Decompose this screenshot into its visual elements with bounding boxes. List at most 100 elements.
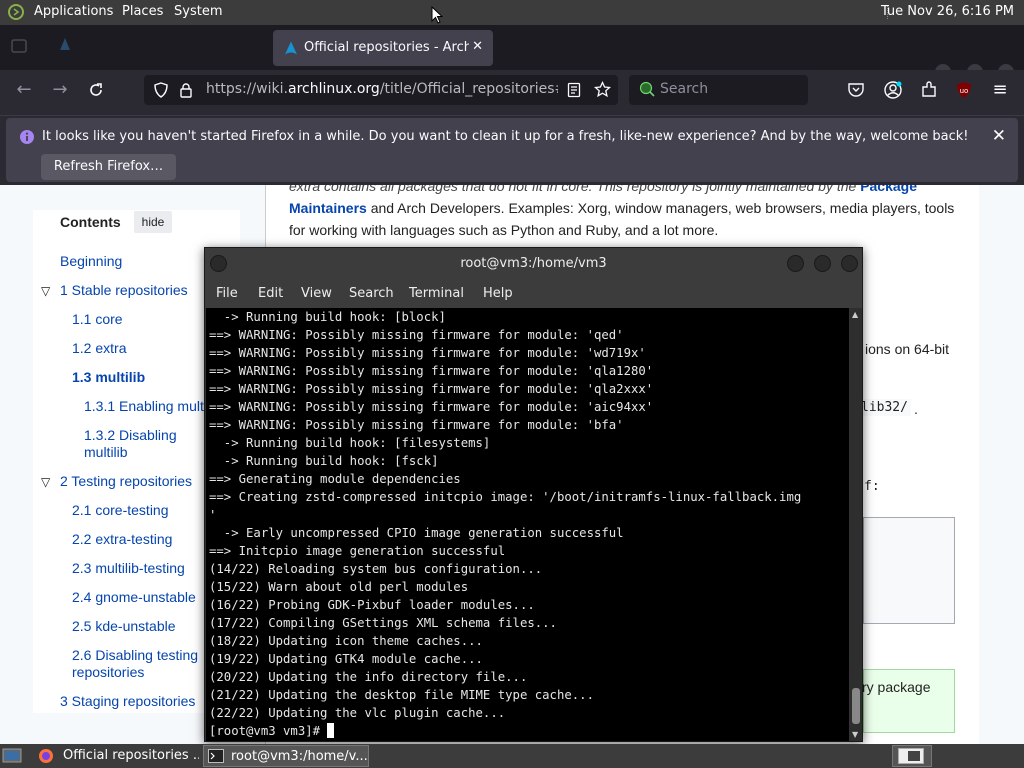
back-button[interactable]: ←: [13, 79, 35, 101]
terminal-line: (20/22) Updating the info directory file…: [209, 670, 528, 684]
package-maintainers-link[interactable]: Package: [860, 185, 917, 194]
bookmark-star-icon[interactable]: [594, 81, 611, 98]
toc-item-multilib-testing[interactable]: 2.3 multilib-testing: [72, 560, 185, 576]
workspace-switcher[interactable]: [892, 745, 932, 767]
clock[interactable]: Tue Nov 26, 6:16 PM: [881, 4, 1014, 19]
url-bar[interactable]: https://wiki.archlinux.org/title/Officia…: [144, 75, 618, 105]
toc-item-testing[interactable]: 2 Testing repositories: [60, 473, 192, 489]
terminal-line: ==> Generating module dependencies: [209, 472, 461, 486]
toc-item-kde-unstable[interactable]: 2.5 kde-unstable: [72, 618, 176, 634]
terminal-line: ==> WARNING: Possibly missing firmware f…: [209, 364, 654, 378]
tab-close-icon[interactable]: ✕: [472, 39, 483, 54]
terminal-close-button[interactable]: [841, 255, 858, 272]
search-placeholder: Search: [660, 81, 709, 97]
search-bar[interactable]: Search: [629, 75, 808, 105]
scroll-down-arrow-icon[interactable]: ▼: [852, 730, 858, 739]
toc-hide-button[interactable]: hide: [134, 211, 172, 233]
search-engine-icon[interactable]: [639, 81, 655, 97]
toc-item-extra-testing[interactable]: 2.2 extra-testing: [72, 531, 172, 547]
lock-icon[interactable]: [179, 82, 193, 98]
toc-item-beginning[interactable]: Beginning: [60, 253, 122, 269]
show-desktop-icon[interactable]: [2, 746, 22, 766]
window-menu-button[interactable]: [210, 255, 227, 272]
terminal-maximize-button[interactable]: [814, 255, 831, 272]
toc-title: Contents: [60, 214, 121, 230]
menu-terminal[interactable]: Terminal: [409, 286, 464, 301]
applications-menu-icon[interactable]: [8, 4, 24, 20]
maintainers-link[interactable]: Maintainers: [289, 200, 367, 216]
terminal-titlebar[interactable]: root@vm3:/home/vm3: [205, 248, 862, 280]
workspace-thumbnail-icon: [898, 748, 924, 764]
reload-button[interactable]: [85, 79, 107, 101]
code-fragment-f: f:: [864, 479, 880, 494]
forward-button[interactable]: →: [49, 79, 71, 101]
terminal-line: (22/22) Updating the vlc plugin cache...: [209, 706, 506, 720]
account-icon[interactable]: [883, 80, 903, 100]
toc-item-staging[interactable]: 3 Staging repositories: [60, 693, 195, 709]
reader-view-icon[interactable]: [567, 82, 581, 98]
toc-item-disabling-testing-cont[interactable]: repositories: [72, 664, 144, 680]
toc-item-core-testing[interactable]: 2.1 core-testing: [72, 502, 169, 518]
tab-inactive-1[interactable]: [58, 37, 258, 59]
taskbar-firefox-button[interactable]: Official repositories ...: [34, 745, 201, 767]
code-lib32: lib32/: [858, 399, 911, 416]
toc-item-multilib[interactable]: 1.3 multilib: [72, 369, 145, 385]
menu-search[interactable]: Search: [349, 286, 394, 301]
notification-close-icon[interactable]: ✕: [992, 126, 1006, 146]
pocket-icon[interactable]: [847, 81, 865, 99]
tab-active[interactable]: Official repositories - ArchWiki ✕: [273, 30, 493, 66]
toc-item-disabling-multilib[interactable]: 1.3.2 Disabling: [84, 427, 177, 443]
top-panel: Applications Places System Tue Nov 26, 6…: [0, 0, 1024, 25]
article-line-2: for working with languages such as Pytho…: [289, 222, 719, 238]
toc-item-disabling-testing[interactable]: 2.6 Disabling testing: [72, 647, 198, 663]
terminal-line: -> Early uncompressed CPIO image generat…: [209, 526, 624, 540]
system-menu[interactable]: System: [174, 4, 222, 19]
article-fragment-ions: ions on 64-bit: [865, 341, 950, 357]
menu-edit[interactable]: Edit: [258, 286, 283, 301]
tracking-shield-icon[interactable]: [153, 82, 169, 98]
refresh-firefox-button[interactable]: Refresh Firefox…: [41, 154, 176, 180]
terminal-minimize-button[interactable]: [787, 255, 804, 272]
tab-inactive-2[interactable]: [505, 37, 625, 59]
toc-item-core[interactable]: 1.1 core: [72, 311, 123, 327]
toc-item-enabling-multilib[interactable]: 1.3.1 Enabling multilib: [84, 398, 221, 414]
toc-item-extra[interactable]: 1.2 extra: [72, 340, 126, 356]
terminal-line: ==> WARNING: Possibly missing firmware f…: [209, 382, 654, 396]
terminal-output[interactable]: -> Running build hook: [block] ==> WARNI…: [206, 308, 849, 741]
terminal-line: -> Running build hook: [block]: [209, 310, 446, 324]
menu-file[interactable]: File: [216, 286, 238, 301]
notification-box: It looks like you haven't started Firefo…: [6, 118, 1018, 182]
archlinux-favicon-icon: [285, 41, 297, 55]
ublock-origin-icon[interactable]: uo: [955, 81, 973, 99]
terminal-cursor: [327, 723, 335, 738]
taskbar-terminal-button[interactable]: root@vm3:/home/v...: [203, 745, 369, 767]
chevron-down-icon[interactable]: ▽: [41, 284, 50, 298]
terminal-line: ==> WARNING: Possibly missing firmware f…: [209, 418, 624, 432]
code-block: [863, 517, 955, 624]
article-line-1: Maintainers and Arch Developers. Example…: [289, 200, 955, 216]
extensions-icon[interactable]: [920, 81, 938, 99]
scroll-up-arrow-icon[interactable]: ▲: [852, 310, 858, 319]
places-menu[interactable]: Places: [122, 4, 163, 19]
terminal-scrollbar[interactable]: ▲ ▼: [850, 308, 862, 741]
scrollbar-thumb[interactable]: [852, 688, 860, 724]
terminal-window[interactable]: root@vm3:/home/vm3 File Edit View Search…: [204, 247, 863, 742]
terminal-line: (14/22) Reloading system bus configurati…: [209, 562, 543, 576]
terminal-line: ==> WARNING: Possibly missing firmware f…: [209, 346, 646, 360]
svg-text:uo: uo: [960, 87, 969, 95]
bottom-taskbar: Official repositories ... root@vm3:/home…: [0, 744, 1024, 768]
toc-item-stable[interactable]: 1 Stable repositories: [60, 282, 188, 298]
terminal-line: ==> Initcpio image generation successful: [209, 544, 506, 558]
toc-item-gnome-unstable[interactable]: 2.4 gnome-unstable: [72, 589, 196, 605]
chevron-down-icon[interactable]: ▽: [41, 475, 50, 489]
app-menu-hamburger-icon[interactable]: ≡: [989, 79, 1011, 101]
url-text[interactable]: https://wiki.archlinux.org/title/Officia…: [206, 81, 558, 97]
applications-menu[interactable]: Applications: [34, 4, 113, 19]
terminal-line: ==> Creating zstd-compressed initcpio im…: [209, 490, 802, 504]
menu-help[interactable]: Help: [483, 286, 513, 301]
terminal-prompt-line[interactable]: [root@vm3 vm3]#: [209, 722, 801, 740]
toc-item-disabling-multilib-cont[interactable]: multilib: [84, 444, 128, 460]
terminal-line: (18/22) Updating icon theme caches...: [209, 634, 483, 648]
menu-view[interactable]: View: [301, 286, 332, 301]
firefox-view-icon[interactable]: [10, 37, 40, 59]
